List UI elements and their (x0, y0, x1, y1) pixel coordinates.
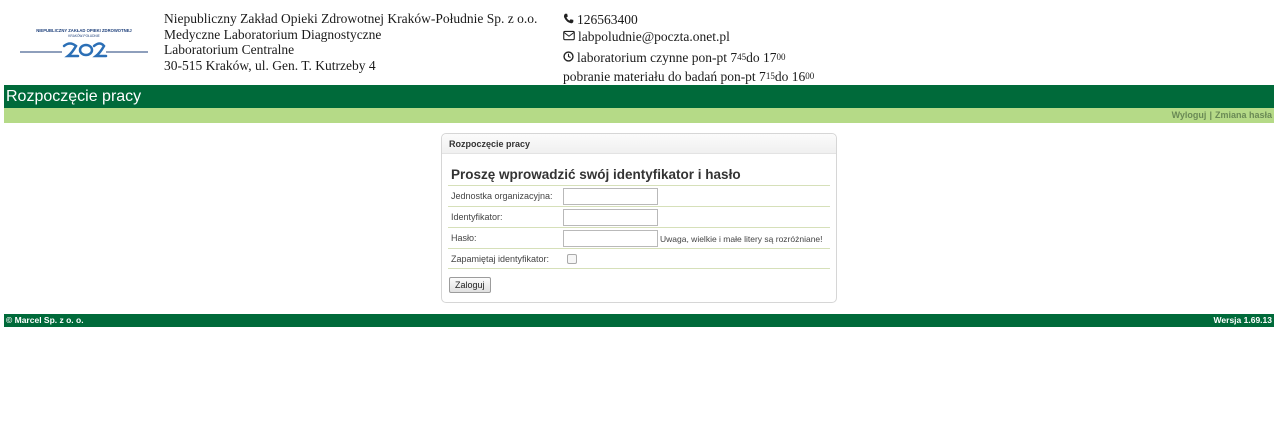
version: Wersja 1.69.13 (1213, 315, 1272, 325)
header: NIEPUBLICZNY ZAKŁAD OPIEKI ZDROWOTNEJ KR… (0, 0, 1280, 84)
identifier-label: Identyfikator: (451, 212, 503, 222)
login-button[interactable]: Zaloguj (449, 277, 491, 293)
form-divider (448, 268, 830, 269)
remember-checkbox[interactable] (567, 254, 577, 264)
envelope-icon (563, 27, 578, 46)
logo-line-1: NIEPUBLICZNY ZAKŁAD OPIEKI ZDROWOTNEJ (36, 28, 132, 33)
change-password-link[interactable]: Zmiana hasła (1215, 110, 1272, 120)
unit-row: Jednostka organizacyjna: (448, 185, 830, 207)
hours-row: laboratorium czynne pon-pt 7 45 do 17 00 (563, 48, 814, 67)
links-separator: | (1209, 110, 1212, 120)
contact-info: 126563400 labpoludnie@poczta.onet.pl lab… (563, 11, 814, 86)
phone-row: 126563400 (563, 11, 814, 28)
footer: © Marcel Sp. z o. o. Wersja 1.69.13 (4, 314, 1274, 327)
hours-text: laboratorium czynne pon-pt 7 (577, 50, 738, 65)
collection-text: pobranie materiału do badań pon-pt 7 (563, 69, 766, 84)
email-address: labpoludnie@poczta.onet.pl (578, 29, 730, 44)
clock-icon (563, 48, 577, 67)
logout-link[interactable]: Wyloguj (1172, 110, 1207, 120)
unit-label: Jednostka organizacyjna: (451, 191, 553, 201)
identifier-input[interactable] (563, 209, 658, 226)
page-title: Rozpoczęcie pracy (4, 85, 1274, 108)
org-lab: Medyczne Laboratorium Diagnostyczne (164, 26, 382, 42)
remember-label: Zapamiętaj identyfikator: (451, 254, 550, 264)
panel-title: Rozpoczęcie pracy (449, 139, 531, 149)
remember-row: Zapamiętaj identyfikator: (448, 248, 830, 270)
logo-line-2: KRAKÓW-POŁUDNIE (68, 33, 99, 38)
unit-input[interactable] (563, 188, 658, 205)
logo-graphic: NIEPUBLICZNY ZAKŁAD OPIEKI ZDROWOTNEJ KR… (20, 28, 148, 58)
panel-header: Rozpoczęcie pracy (442, 134, 836, 154)
org-name: Niepubliczny Zakład Opieki Zdrowotnej Kr… (164, 11, 538, 26)
hours-to: do 17 (746, 50, 777, 65)
identifier-row: Identyfikator: (448, 206, 830, 228)
password-label: Hasło: (451, 233, 477, 243)
password-input[interactable] (563, 230, 658, 247)
org-address: 30-515 Kraków, ul. Gen. T. Kutrzeby 4 (164, 57, 376, 73)
email-row: labpoludnie@poczta.onet.pl (563, 28, 814, 45)
org-central: Laboratorium Centralne (164, 42, 295, 57)
password-note: Uwaga, wielkie i małe litery są rozróżni… (660, 234, 823, 244)
copyright: © Marcel Sp. z o. o. (6, 315, 84, 325)
collection-row: pobranie materiału do badań pon-pt 7 15 d… (563, 69, 815, 84)
form-heading: Proszę wprowadzić swój identyfikator i h… (451, 167, 741, 182)
company-logo: NIEPUBLICZNY ZAKŁAD OPIEKI ZDROWOTNEJ KR… (18, 26, 150, 60)
password-row: Hasło: Uwaga, wielkie i małe litery są r… (448, 227, 830, 249)
top-links-bar: Wyloguj | Zmiana hasła (4, 108, 1274, 123)
organization-info: Niepubliczny Zakład Opieki Zdrowotnej Kr… (164, 11, 537, 73)
collection-to: do 16 (774, 69, 806, 84)
login-panel: Rozpoczęcie pracy Proszę wprowadzić swój… (441, 133, 837, 303)
